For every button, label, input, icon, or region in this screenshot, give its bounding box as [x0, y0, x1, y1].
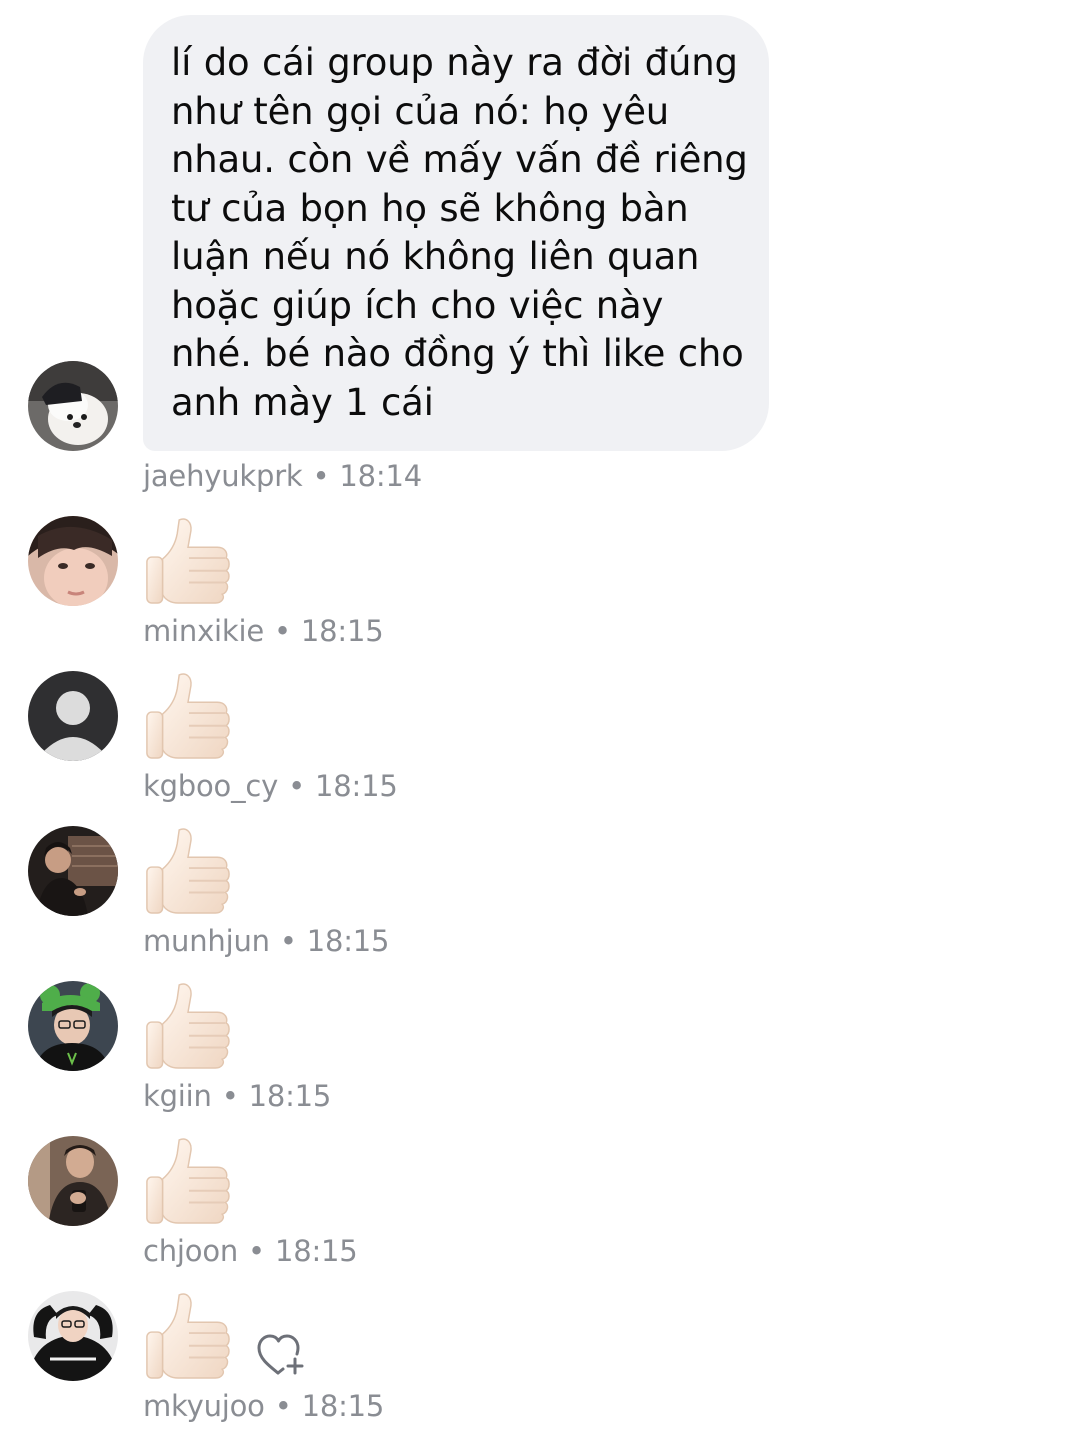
heart-plus-icon[interactable]	[256, 1333, 306, 1377]
username[interactable]: kgboo_cy	[143, 769, 278, 803]
meta-separator: •	[274, 614, 291, 648]
thumbs-up-emoji-icon[interactable]	[143, 824, 233, 916]
avatar-chjoon[interactable]	[28, 1136, 118, 1226]
thumbs-up-emoji-icon[interactable]	[143, 1289, 233, 1381]
message-text: lí do cái group này ra đời đúng như tên …	[171, 41, 748, 424]
username[interactable]: jaehyukprk	[143, 459, 303, 493]
avatar-image	[28, 671, 118, 761]
meta-separator: •	[274, 1389, 292, 1423]
meta-separator: •	[288, 769, 306, 803]
reaction-meta: minxikie • 18:15	[143, 614, 384, 648]
avatar-minxikie[interactable]	[28, 516, 118, 606]
message-bubble[interactable]: lí do cái group này ra đời đúng như tên …	[143, 15, 769, 451]
username[interactable]: minxikie	[143, 614, 264, 648]
timestamp: 18:15	[315, 769, 398, 803]
timestamp: 18:15	[248, 1079, 332, 1113]
meta-separator: •	[248, 1234, 265, 1268]
avatar-image	[28, 1136, 118, 1226]
avatar-image	[28, 1291, 118, 1381]
timestamp: 18:15	[301, 1389, 385, 1423]
thumbs-up-emoji-icon[interactable]	[143, 979, 233, 1071]
username[interactable]: munhjun	[143, 924, 270, 958]
username[interactable]: kgiin	[143, 1079, 212, 1113]
thumbs-up-emoji-icon[interactable]	[143, 669, 233, 761]
username[interactable]: chjoon	[143, 1234, 238, 1268]
username[interactable]: mkyujoo	[143, 1389, 265, 1423]
avatar-image	[28, 361, 118, 451]
avatar-image	[28, 826, 118, 916]
timestamp: 18:15	[274, 1234, 358, 1268]
meta-separator: •	[279, 924, 297, 958]
avatar-image	[28, 981, 118, 1071]
message-meta: jaehyukprk • 18:14	[143, 459, 422, 493]
thumbs-up-emoji-icon[interactable]	[143, 514, 233, 606]
default-avatar-icon[interactable]	[28, 671, 118, 761]
avatar-mkyujoo[interactable]	[28, 1291, 118, 1381]
timestamp: 18:14	[339, 459, 422, 493]
reaction-meta: kgboo_cy • 18:15	[143, 769, 398, 803]
chat-thread: lí do cái group này ra đời đúng như tên …	[0, 0, 1080, 1440]
avatar-kgiin[interactable]	[28, 981, 118, 1071]
reaction-meta: kgiin • 18:15	[143, 1079, 331, 1113]
timestamp: 18:15	[306, 924, 390, 958]
reaction-meta: mkyujoo • 18:15	[143, 1389, 384, 1423]
avatar-jaehyukprk[interactable]	[28, 361, 118, 451]
reaction-meta: chjoon • 18:15	[143, 1234, 358, 1268]
meta-separator: •	[221, 1079, 239, 1113]
avatar-image	[28, 516, 118, 606]
meta-separator: •	[312, 459, 330, 493]
reaction-meta: munhjun • 18:15	[143, 924, 389, 958]
avatar-munhjun[interactable]	[28, 826, 118, 916]
timestamp: 18:15	[300, 614, 384, 648]
thumbs-up-emoji-icon[interactable]	[143, 1134, 233, 1226]
